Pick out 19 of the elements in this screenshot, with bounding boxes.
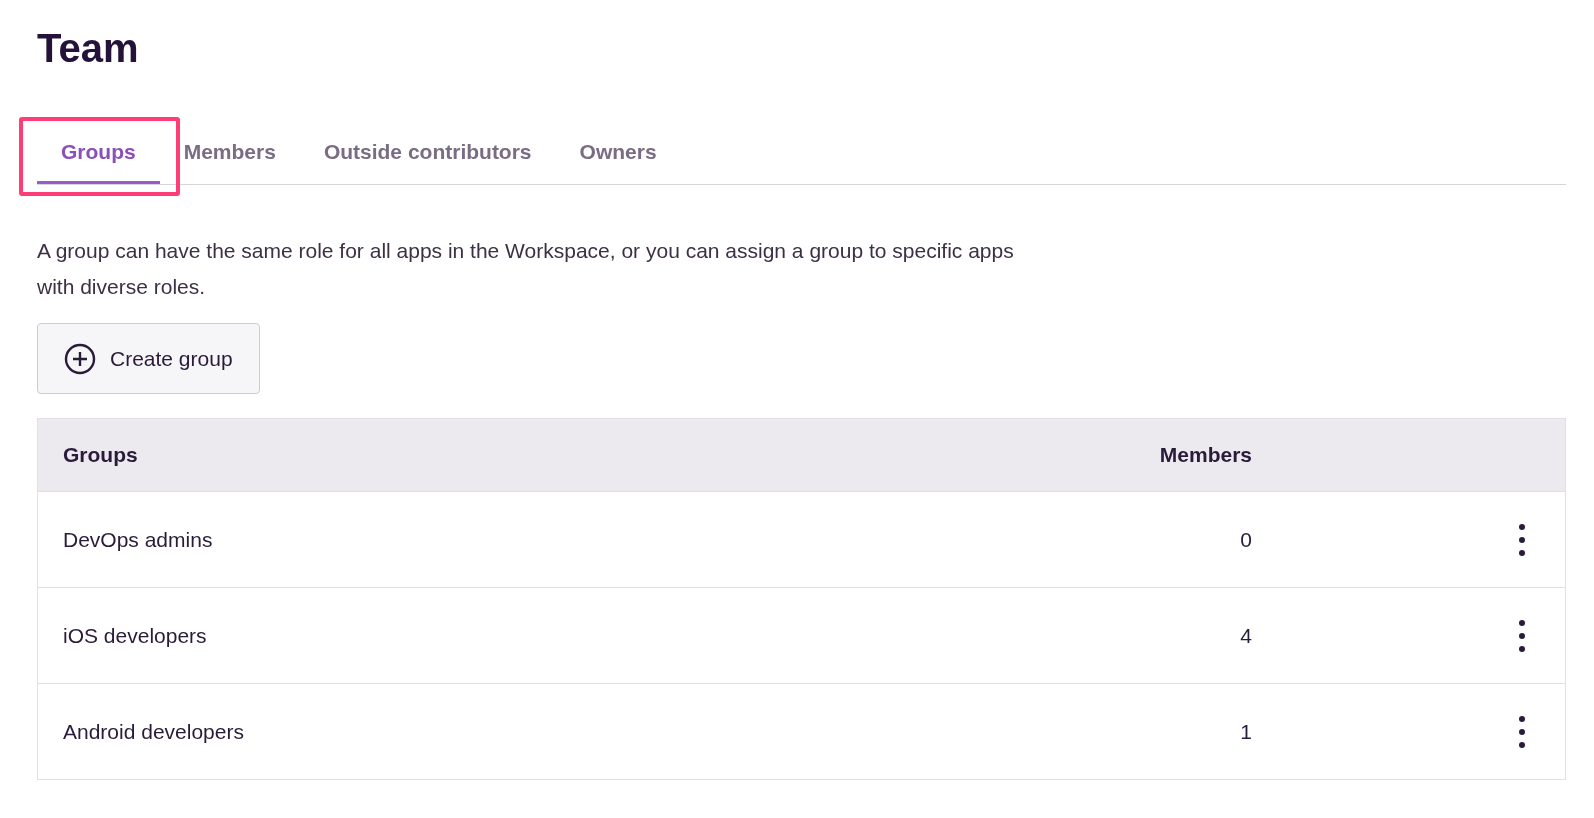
create-group-button[interactable]: Create group <box>37 323 260 394</box>
description-text: A group can have the same role for all apps in the Workspace, or you can assign a group to specific apps with diverse roles. <box>37 238 1015 300</box>
plus-circle-icon <box>64 342 96 375</box>
column-header: Members <box>1158 442 1252 469</box>
table-cell-text: 1 <box>1239 718 1252 745</box>
more-options-icon[interactable] <box>1517 715 1527 748</box>
table-cell-text: Android developers <box>62 718 245 745</box>
more-options-icon[interactable] <box>1517 619 1527 652</box>
tab[interactable]: Members <box>159 122 300 184</box>
more-options-icon[interactable] <box>1517 523 1527 556</box>
table-cell-text: 4 <box>1239 622 1252 649</box>
tab[interactable]: Owners <box>555 122 681 184</box>
page-title: Team <box>37 25 140 72</box>
tab[interactable]: Groups <box>37 122 160 184</box>
table-cell-text: iOS developers <box>62 622 208 649</box>
column-header: Groups <box>62 442 139 469</box>
table-cell-text: DevOps admins <box>62 526 214 553</box>
table-cell-text: 0 <box>1239 526 1252 553</box>
tab[interactable]: Outside contributors <box>299 122 556 184</box>
